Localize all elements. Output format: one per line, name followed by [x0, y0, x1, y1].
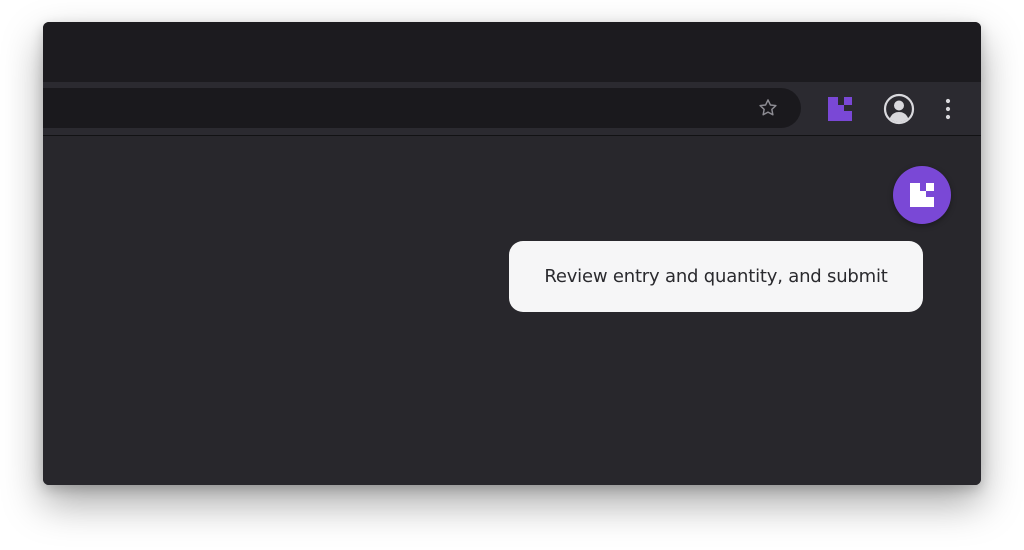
- account-circle-icon[interactable]: [883, 93, 915, 125]
- extension-logo-icon[interactable]: [827, 96, 853, 122]
- assistant-logo-icon: [910, 183, 934, 207]
- address-bar[interactable]: [43, 88, 801, 128]
- browser-titlebar: [43, 22, 981, 82]
- tooltip-text: Review entry and quantity, and submit: [544, 266, 888, 287]
- assistant-button[interactable]: [893, 166, 951, 224]
- instruction-tooltip: Review entry and quantity, and submit: [509, 241, 923, 312]
- star-icon[interactable]: [757, 97, 779, 119]
- browser-toolbar: [43, 82, 981, 136]
- screenshot-stage: Review entry and quantity, and submit: [0, 0, 1024, 550]
- browser-window: Review entry and quantity, and submit: [43, 22, 981, 485]
- kebab-menu-icon[interactable]: [941, 97, 955, 121]
